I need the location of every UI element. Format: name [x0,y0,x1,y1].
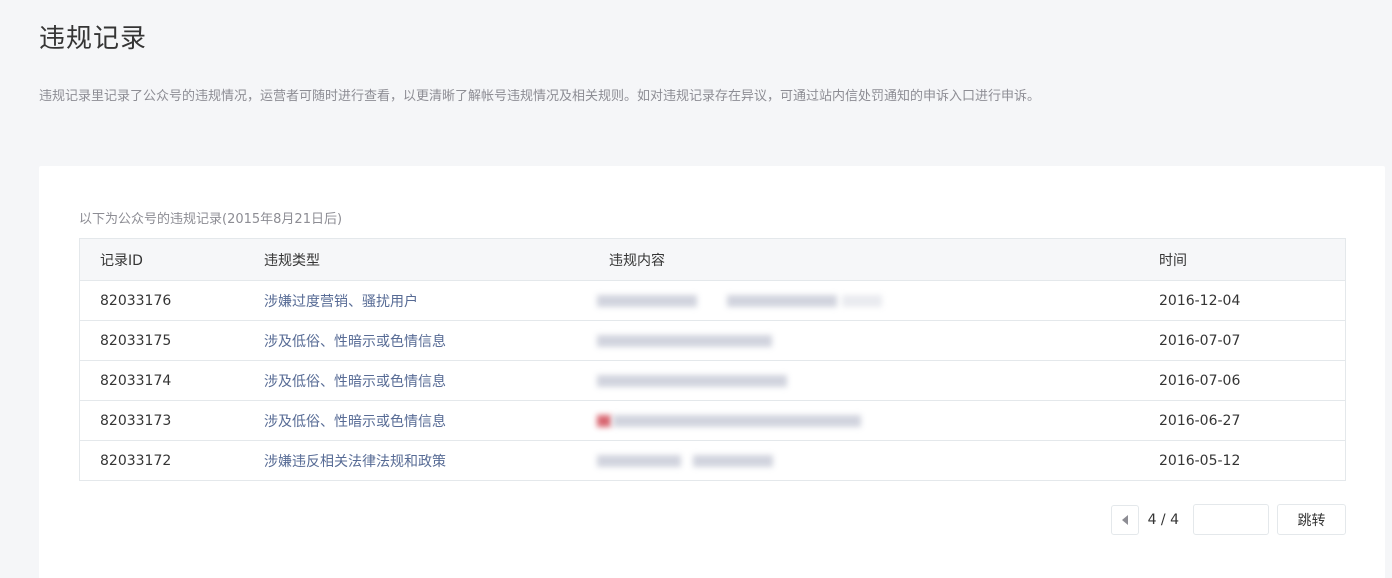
violation-type-link[interactable]: 涉及低俗、性暗示或色情信息 [244,411,589,431]
violation-type-link[interactable]: 涉及低俗、性暗示或色情信息 [244,371,589,391]
page-title: 违规记录 [39,24,148,54]
header-violation-content: 违规内容 [589,239,1139,280]
record-time: 2016-12-04 [1159,292,1241,309]
record-time: 2016-07-07 [1159,332,1241,349]
record-id: 82033174 [100,372,172,389]
violation-type-link[interactable]: 涉嫌违反相关法律法规和政策 [244,451,589,471]
violation-content-obscured [589,281,1139,320]
obscured-content [597,401,917,440]
table-row: 82033174 涉及低俗、性暗示或色情信息 2016-07-06 [80,360,1345,400]
table-row: 82033176 涉嫌过度营销、骚扰用户 2016-12-04 [80,280,1345,320]
violation-content-obscured [589,441,1139,480]
obscured-content [597,361,917,400]
table-row: 82033172 涉嫌违反相关法律法规和政策 2016-05-12 [80,440,1345,480]
violation-content-obscured [589,401,1139,440]
record-time: 2016-07-06 [1159,372,1241,389]
violation-type-link[interactable]: 涉及低俗、性暗示或色情信息 [244,331,589,351]
violation-content-obscured [589,321,1139,360]
header-record-id: 记录ID [100,252,143,269]
table-row: 82033175 涉及低俗、性暗示或色情信息 2016-07-07 [80,320,1345,360]
violation-type-text[interactable]: 涉及低俗、性暗示或色情信息 [264,374,446,390]
prev-page-button[interactable] [1110,504,1139,535]
page-description: 违规记录里记录了公众号的违规情况，运营者可随时进行查看，以更清晰了解帐号违规情况… [39,89,1041,104]
records-caption: 以下为公众号的违规记录(2015年8月21日后) [79,212,343,227]
record-id: 82033173 [100,412,172,429]
violation-records-card: 以下为公众号的违规记录(2015年8月21日后) 记录ID 违规类型 违规内容 … [39,166,1385,578]
violation-type-text[interactable]: 涉及低俗、性暗示或色情信息 [264,334,446,350]
record-id: 82033175 [100,332,172,349]
page-jump-input[interactable] [1193,504,1269,535]
record-id: 82033172 [100,452,172,469]
record-time: 2016-06-27 [1159,412,1241,429]
violation-content-obscured [589,361,1139,400]
violation-type-text[interactable]: 涉嫌违反相关法律法规和政策 [264,454,446,470]
violation-type-link[interactable]: 涉嫌过度营销、骚扰用户 [244,291,589,311]
page-indicator: 4 / 4 [1147,511,1179,528]
obscured-content [597,441,917,480]
header-violation-type: 违规类型 [264,252,320,269]
obscured-content [597,321,917,360]
table-header-row: 记录ID 违规类型 违规内容 时间 [80,239,1345,280]
violation-records-table: 记录ID 违规类型 违规内容 时间 82033176 涉嫌过度营销、骚扰用户 2… [79,238,1346,481]
record-time: 2016-05-12 [1159,452,1241,469]
pagination: 4 / 4 跳转 [1110,504,1346,535]
obscured-content [597,281,917,320]
jump-button[interactable]: 跳转 [1277,504,1346,535]
table-row: 82033173 涉及低俗、性暗示或色情信息 2016-06-27 [80,400,1345,440]
header-time: 时间 [1159,252,1187,269]
violation-type-text[interactable]: 涉嫌过度营销、骚扰用户 [264,294,418,310]
record-id: 82033176 [100,292,172,309]
violation-type-text[interactable]: 涉及低俗、性暗示或色情信息 [264,414,446,430]
header-violation-content-label: 违规内容 [609,252,665,269]
triangle-left-icon [1121,514,1128,525]
